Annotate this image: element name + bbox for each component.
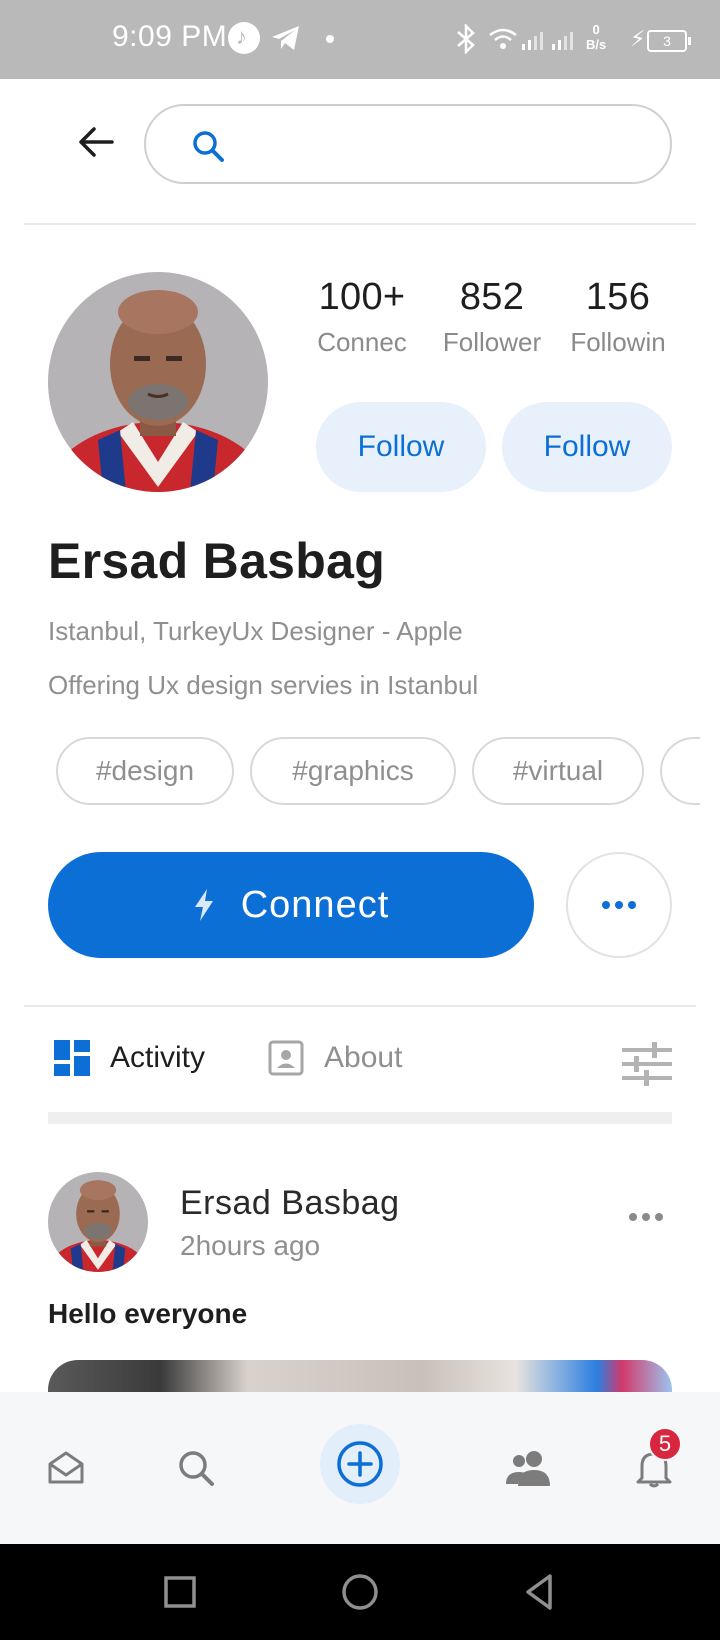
search-icon [179,1451,214,1486]
notification-dot-icon [326,35,334,43]
network-speed: 0 B/s [586,22,606,52]
follow-button-2[interactable]: Follow [502,402,672,492]
bolt-icon [194,889,213,921]
notification-badge: 5 [648,1427,682,1461]
bluetooth-icon [457,24,475,54]
charging-icon: ⚡ [630,26,646,51]
contact-card-icon [268,1040,304,1076]
post-author-name[interactable]: Ersad Basbag [180,1184,400,1223]
header-divider [24,223,696,225]
tag-design[interactable]: #design [56,737,234,805]
tiktok-icon [228,22,260,54]
profile-description: Offering Ux design servies in Istanbul [48,670,479,700]
follow-button-1[interactable]: Follow [316,402,486,492]
stat-followers[interactable]: 852 Follower [427,276,557,358]
tab-about[interactable]: About [268,1040,402,1076]
status-bar: 9:09 PM 0 B/s ⚡ 3 [0,0,720,79]
stat-connections-value: 100+ [318,276,406,318]
post-author-avatar[interactable] [48,1172,148,1272]
nav-search[interactable] [168,1440,224,1496]
profile-name: Ersad Basbag [48,533,386,589]
stat-followers-value: 852 [459,276,525,318]
stat-connections-label: Connec [317,327,407,357]
connect-label: Connect [240,883,390,926]
network-speed-unit: B/s [586,37,607,52]
stat-connections[interactable]: 100+ Connec [297,276,427,358]
tab-activity[interactable]: Activity [54,1040,205,1076]
post-more-dots-icon[interactable] [628,1212,664,1222]
stat-followers-label: Follower [442,327,542,357]
more-options-button[interactable] [566,852,672,958]
stat-following-value: 156 [585,276,651,318]
post-timestamp: 2hours ago [180,1230,321,1261]
nav-add-post[interactable] [320,1424,400,1504]
nav-network[interactable] [500,1440,556,1496]
search-bar[interactable] [144,104,672,184]
inbox-icon [48,1451,84,1484]
stat-following-label: Followin [570,327,666,357]
home-icon[interactable] [336,1568,384,1616]
back-triangle-icon[interactable] [516,1568,564,1616]
search-input[interactable] [232,122,652,166]
more-dots-icon [602,901,636,909]
profile-location-title: Istanbul, TurkeyUx Designer - Apple [48,616,463,646]
filter-sliders-icon[interactable] [622,1042,672,1086]
post-author-photo [48,1172,148,1272]
status-time: 9:09 PM [112,20,228,53]
network-speed-value: 0 [592,22,600,37]
people-icon [506,1451,550,1486]
wifi-icon [489,28,517,49]
tag-graphics[interactable]: #graphics [250,737,456,805]
telegram-icon [272,26,299,50]
profile-photo [48,272,268,492]
post-text: Hello everyone [48,1298,248,1329]
tag-virtual[interactable]: #virtual [472,737,644,805]
add-circle-icon [337,1441,383,1487]
tab-indicator-track [48,1112,672,1124]
search-icon [193,131,224,162]
tab-activity-label: Activity [110,1041,206,1074]
stat-following[interactable]: 156 Followin [553,276,683,358]
tab-about-label: About [324,1041,403,1074]
nav-inbox[interactable] [38,1440,94,1496]
recent-apps-icon[interactable] [156,1568,204,1616]
connect-button[interactable]: Connect [48,852,534,958]
battery-icon: 3 [647,30,691,52]
section-divider [24,1005,696,1007]
signal-icon [522,32,573,50]
grid-icon [54,1040,90,1076]
profile-avatar[interactable] [48,272,268,492]
tag-partial[interactable] [660,737,700,805]
back-arrow-icon[interactable] [72,118,120,166]
